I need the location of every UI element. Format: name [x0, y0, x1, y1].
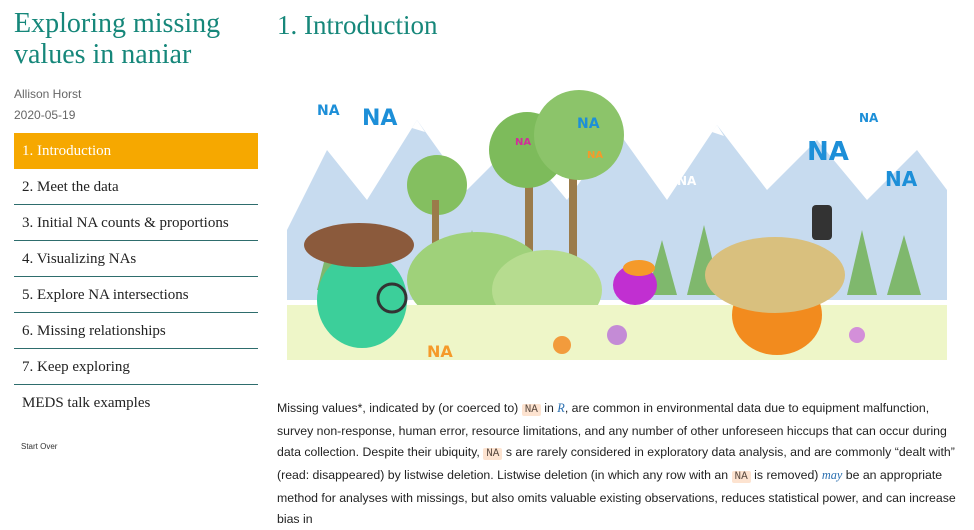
deerstalker-hat — [304, 223, 414, 267]
toc-item-missing-relationships[interactable]: 6. Missing relationships — [14, 313, 258, 349]
na-text: NA — [362, 106, 397, 131]
table-of-contents: 1. Introduction 2. Meet the data 3. Init… — [14, 133, 258, 421]
page-title: 1. Introduction — [277, 10, 438, 40]
na-code: NA — [521, 404, 541, 416]
na-text: NA — [677, 174, 697, 188]
main-content: 1. Introduction NA NA NA NA NA NA NA NA … — [277, 0, 974, 526]
toc-item-visualizing-nas[interactable]: 4. Visualizing NAs — [14, 241, 258, 277]
binoculars-icon — [812, 205, 832, 240]
na-text: NA — [885, 167, 918, 191]
publish-date: 2020-05-19 — [14, 108, 76, 122]
intro-paragraph: Missing values*, indicated by (or coerce… — [277, 398, 957, 530]
naniar-illustration: NA NA NA NA NA NA NA NA NA NA — [287, 90, 947, 361]
na-text: NA — [427, 342, 453, 361]
toc-item-explore-na-intersections[interactable]: 5. Explore NA intersections — [14, 277, 258, 313]
na-text: NA — [859, 111, 879, 125]
paragraph-text: in — [540, 401, 558, 415]
sidebar: Exploring missing values in naniar Allis… — [0, 0, 258, 499]
author-name: Allison Horst — [14, 87, 82, 101]
toc-item-meds-talk-examples[interactable]: MEDS talk examples — [14, 385, 258, 421]
orange-cap — [623, 260, 655, 276]
flower-icon — [849, 327, 865, 343]
na-text: NA — [587, 150, 603, 161]
na-text: NA — [317, 103, 340, 119]
toc-item-initial-na-counts[interactable]: 3. Initial NA counts & proportions — [14, 205, 258, 241]
pith-helmet — [705, 237, 845, 313]
toc-item-introduction[interactable]: 1. Introduction — [14, 133, 258, 169]
na-text: NA — [577, 116, 600, 132]
na-code: NA — [731, 471, 751, 483]
may-emphasis: may — [821, 468, 843, 482]
tree-canopy — [534, 90, 624, 180]
r-link[interactable]: R — [557, 401, 565, 415]
na-text: NA — [807, 137, 849, 167]
paragraph-text: Missing values*, indicated by (or coerce… — [277, 401, 522, 415]
na-code: NA — [483, 448, 503, 460]
start-over-link[interactable]: Start Over — [21, 442, 57, 451]
toc-item-keep-exploring[interactable]: 7. Keep exploring — [14, 349, 258, 385]
toc-item-meet-the-data[interactable]: 2. Meet the data — [14, 169, 258, 205]
site-title: Exploring missing values in naniar — [14, 8, 221, 70]
na-text: NA — [515, 137, 531, 148]
flower-icon — [553, 336, 571, 354]
paragraph-text: is removed) — [750, 468, 822, 482]
flower-icon — [607, 325, 627, 345]
